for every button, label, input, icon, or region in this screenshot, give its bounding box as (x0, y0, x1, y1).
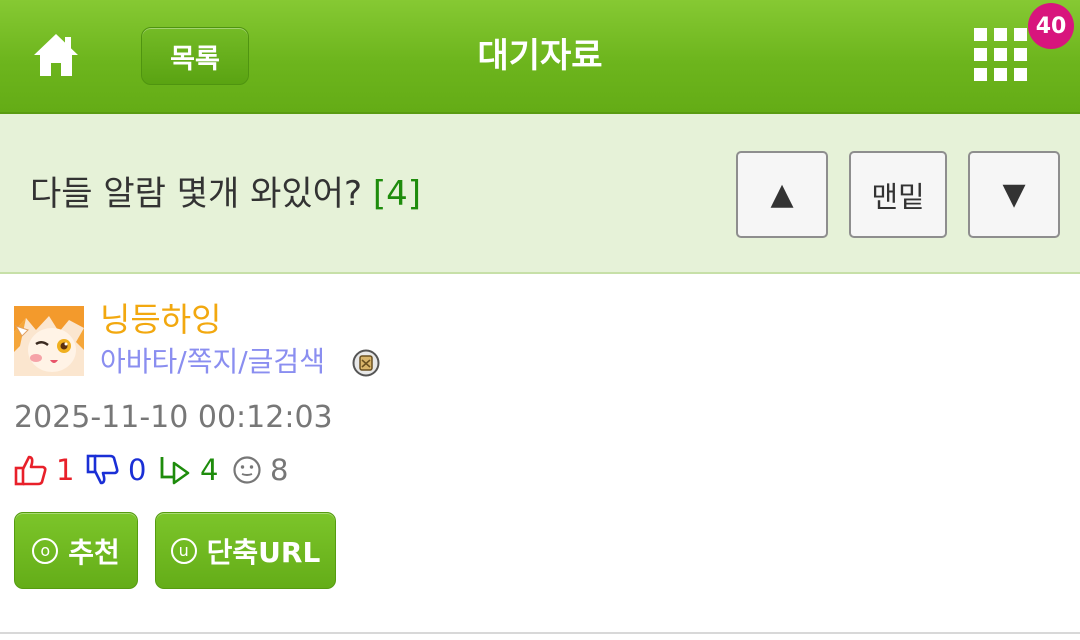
home-button[interactable] (30, 30, 82, 80)
dislike-stat: 0 (86, 450, 146, 490)
author-nickname[interactable]: 닝등하잉 (100, 300, 221, 340)
recommend-button[interactable]: o 추천 (14, 512, 138, 589)
comment-stat: 4 (158, 450, 218, 490)
arrow-down-icon: ▼ (1002, 177, 1026, 212)
view-stat: 8 (232, 450, 288, 490)
shortcut-o-icon: o (32, 537, 59, 564)
post-title: 다들 알람 몇개 와있어? [4] (30, 170, 421, 218)
view-count: 8 (270, 453, 289, 487)
author-links[interactable]: 아바타/쪽지/글검색 (100, 344, 325, 380)
list-button[interactable]: 목록 (141, 27, 249, 85)
scroll-bottom-button[interactable]: 맨밑 (849, 151, 947, 238)
dislike-count: 0 (128, 453, 147, 487)
top-header: 목록 대기자료 40 (0, 0, 1080, 114)
post-title-bar: 다들 알람 몇개 와있어? [4] ▲ 맨밑 ▼ (0, 114, 1080, 274)
comment-stat-count: 4 (200, 453, 219, 487)
avatar[interactable] (14, 306, 84, 376)
thumbs-down-icon (86, 454, 119, 485)
scroll-down-button[interactable]: ▼ (968, 151, 1060, 238)
smiley-icon (233, 456, 261, 484)
like-count: 1 (56, 453, 75, 487)
like-stat: 1 (14, 450, 74, 490)
post-datetime: 2025-11-10 00:12:03 (14, 400, 333, 435)
scroll-up-button[interactable]: ▲ (736, 151, 828, 238)
short-url-button[interactable]: u 단축URL (155, 512, 336, 589)
home-icon (34, 34, 78, 76)
level-badge-icon (352, 349, 380, 377)
recommend-label: 추천 (68, 535, 120, 569)
notification-badge: 40 (1028, 3, 1074, 49)
scroll-bottom-label: 맨밑 (871, 179, 925, 214)
page-title: 대기자료 (477, 36, 603, 76)
thumbs-up-icon (14, 455, 47, 486)
comment-count[interactable]: [4] (373, 174, 421, 214)
shortcut-u-icon: u (170, 537, 197, 564)
reply-arrow-icon (160, 457, 190, 485)
grid-menu-button[interactable] (974, 28, 1030, 84)
arrow-up-icon: ▲ (770, 177, 794, 212)
post-title-text: 다들 알람 몇개 와있어? (30, 174, 362, 214)
divider (0, 632, 1080, 634)
short-url-label: 단축URL (206, 535, 321, 569)
